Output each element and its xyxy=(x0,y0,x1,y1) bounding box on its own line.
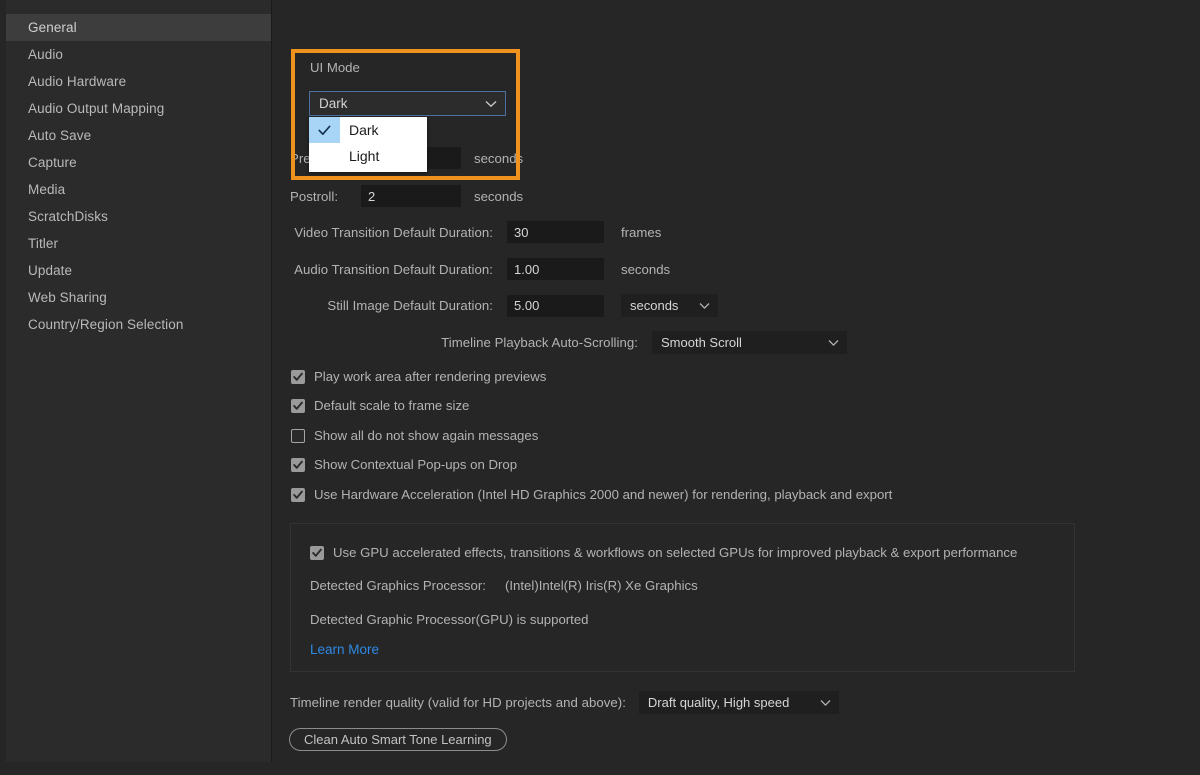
sidebar-item-audio[interactable]: Audio xyxy=(6,41,271,68)
ui-mode-select[interactable]: Dark xyxy=(309,91,506,116)
chevron-down-icon xyxy=(820,699,831,706)
checkbox-icon xyxy=(291,457,305,472)
check-icon xyxy=(309,117,340,143)
ui-mode-selected-value: Dark xyxy=(319,96,348,111)
ui-mode-dropdown-menu[interactable]: Dark Light xyxy=(309,117,427,172)
checkbox-icon xyxy=(291,398,305,413)
chevron-down-icon xyxy=(485,100,497,108)
render-quality-row: Timeline render quality (valid for HD pr… xyxy=(290,691,1150,714)
sidebar-item-general[interactable]: General xyxy=(6,14,271,41)
checkbox-label: Use Hardware Acceleration (Intel HD Grap… xyxy=(314,487,893,502)
preferences-window: General Audio Audio Hardware Audio Outpu… xyxy=(0,0,1200,775)
sidebar-item-scratchdisks[interactable]: ScratchDisks xyxy=(6,203,271,230)
sidebar-item-label: General xyxy=(28,20,77,35)
sidebar-item-country-region-selection[interactable]: Country/Region Selection xyxy=(6,311,271,338)
sidebar-item-label: Update xyxy=(28,263,73,278)
ui-mode-option-label: Dark xyxy=(349,122,379,138)
render-quality-value: Draft quality, High speed xyxy=(647,695,790,710)
sidebar-item-label: Auto Save xyxy=(28,128,92,143)
sidebar-item-label: Audio xyxy=(28,47,64,62)
checkbox-icon xyxy=(291,487,305,502)
detected-graphics-processor-label: Detected Graphics Processor: xyxy=(310,578,486,593)
ui-mode-option-dark[interactable]: Dark xyxy=(309,117,427,143)
render-quality-select[interactable]: Draft quality, High speed xyxy=(638,691,839,714)
audio-transition-duration-row: Audio Transition Default Duration: secon… xyxy=(290,258,930,280)
sidebar-item-label: Titler xyxy=(28,236,59,251)
checkbox-show-contextual-popups-on-drop[interactable]: Show Contextual Pop-ups on Drop xyxy=(291,457,517,472)
audio-transition-duration-unit: seconds xyxy=(621,261,671,277)
still-image-duration-unit-select[interactable]: seconds xyxy=(621,294,718,317)
sidebar-item-label: Media xyxy=(28,182,66,197)
checkbox-label: Show all do not show again messages xyxy=(314,428,539,443)
postroll-input[interactable] xyxy=(361,185,461,207)
checkbox-label: Show Contextual Pop-ups on Drop xyxy=(314,457,518,472)
clean-button-label: Clean Auto Smart Tone Learning xyxy=(304,732,492,747)
clean-auto-smart-tone-learning-button[interactable]: Clean Auto Smart Tone Learning xyxy=(289,728,507,751)
sidebar-item-update[interactable]: Update xyxy=(6,257,271,284)
video-transition-duration-row: Video Transition Default Duration: frame… xyxy=(290,221,930,243)
preferences-category-sidebar: General Audio Audio Hardware Audio Outpu… xyxy=(6,0,272,762)
checkbox-play-work-area[interactable]: Play work area after rendering previews xyxy=(291,369,546,384)
gpu-support-status: Detected Graphic Processor(GPU) is suppo… xyxy=(310,612,589,627)
sidebar-item-label: ScratchDisks xyxy=(28,209,108,224)
postroll-label: Postroll: xyxy=(290,188,339,204)
sidebar-item-label: Audio Output Mapping xyxy=(28,101,165,116)
sidebar-item-web-sharing[interactable]: Web Sharing xyxy=(6,284,271,311)
still-image-duration-row: Still Image Default Duration: seconds xyxy=(290,294,990,317)
ui-mode-option-label: Light xyxy=(349,148,380,164)
sidebar-item-audio-hardware[interactable]: Audio Hardware xyxy=(6,68,271,95)
checkbox-label: Play work area after rendering previews xyxy=(314,369,547,384)
video-transition-duration-unit: frames xyxy=(621,224,662,240)
sidebar-item-audio-output-mapping[interactable]: Audio Output Mapping xyxy=(6,95,271,122)
checkbox-label: Use GPU accelerated effects, transitions… xyxy=(333,545,1018,560)
gpu-settings-panel: Use GPU accelerated effects, transitions… xyxy=(290,523,1075,672)
still-image-duration-unit-value: seconds xyxy=(630,298,679,313)
check-placeholder xyxy=(309,143,340,169)
checkbox-use-gpu-accelerated-effects[interactable]: Use GPU accelerated effects, transitions… xyxy=(310,545,1017,560)
sidebar-item-label: Audio Hardware xyxy=(28,74,127,89)
checkbox-icon xyxy=(310,545,324,560)
still-image-duration-label: Still Image Default Duration: xyxy=(327,298,493,313)
audio-transition-duration-label: Audio Transition Default Duration: xyxy=(294,261,493,277)
checkbox-icon xyxy=(291,428,305,443)
auto-scrolling-value: Smooth Scroll xyxy=(661,335,742,350)
render-quality-label: Timeline render quality (valid for HD pr… xyxy=(290,695,626,710)
auto-scrolling-select[interactable]: Smooth Scroll xyxy=(652,331,847,354)
sidebar-item-label: Web Sharing xyxy=(28,290,107,305)
video-transition-duration-label: Video Transition Default Duration: xyxy=(294,224,493,240)
auto-scrolling-row: Timeline Playback Auto-Scrolling: Smooth… xyxy=(290,331,1120,354)
sidebar-item-label: Capture xyxy=(28,155,77,170)
preroll-unit: seconds xyxy=(474,150,524,166)
checkbox-label: Default scale to frame size xyxy=(314,398,470,413)
chevron-down-icon xyxy=(699,302,710,309)
sidebar-item-media[interactable]: Media xyxy=(6,176,271,203)
sidebar-item-label: Country/Region Selection xyxy=(28,317,184,332)
postroll-row: Postroll: seconds xyxy=(290,185,523,207)
checkbox-show-all-do-not-show-again-messages[interactable]: Show all do not show again messages xyxy=(291,428,538,443)
postroll-unit: seconds xyxy=(474,188,524,204)
learn-more-link[interactable]: Learn More xyxy=(310,642,379,657)
sidebar-item-auto-save[interactable]: Auto Save xyxy=(6,122,271,149)
detected-graphics-processor-value: (Intel)Intel(R) Iris(R) Xe Graphics xyxy=(505,578,698,593)
still-image-duration-input[interactable] xyxy=(507,294,604,317)
checkbox-icon xyxy=(291,369,305,384)
ui-mode-option-light[interactable]: Light xyxy=(309,143,427,169)
video-transition-duration-input[interactable] xyxy=(507,221,604,243)
auto-scrolling-label: Timeline Playback Auto-Scrolling: xyxy=(441,335,638,350)
checkbox-use-hardware-acceleration[interactable]: Use Hardware Acceleration (Intel HD Grap… xyxy=(291,487,892,502)
audio-transition-duration-input[interactable] xyxy=(507,258,604,280)
sidebar-item-titler[interactable]: Titler xyxy=(6,230,271,257)
chevron-down-icon xyxy=(828,339,839,346)
sidebar-item-capture[interactable]: Capture xyxy=(6,149,271,176)
ui-mode-group-label: UI Mode xyxy=(310,60,360,75)
checkbox-default-scale-to-frame-size[interactable]: Default scale to frame size xyxy=(291,398,469,413)
